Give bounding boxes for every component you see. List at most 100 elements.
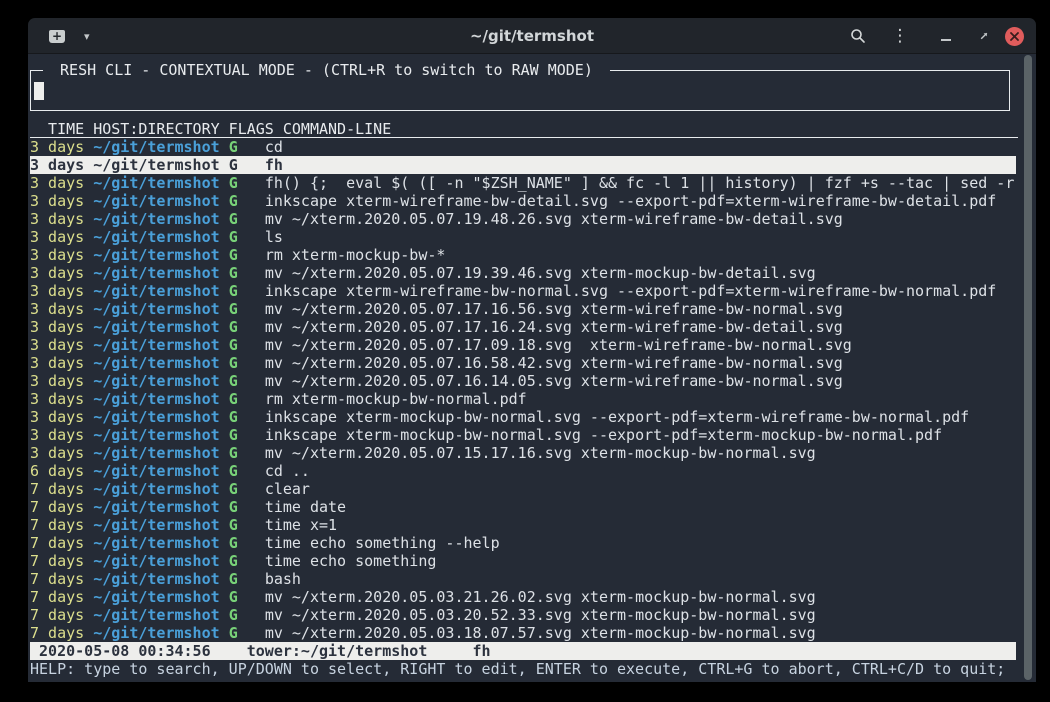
row-time: 3 days [30,426,84,444]
history-row[interactable]: 3 days ~/git/termshot G mv ~/xterm.2020.… [30,318,1016,336]
history-row[interactable]: 3 days ~/git/termshot G mv ~/xterm.2020.… [30,444,1016,462]
history-row[interactable]: 3 days ~/git/termshot G mv ~/xterm.2020.… [30,300,1016,318]
row-command: mv ~/xterm.2020.05.07.16.58.42.svg xterm… [265,354,843,372]
row-command: inkscape xterm-mockup-bw-normal.svg --ex… [265,408,969,426]
history-table-header: TIME HOST:DIRECTORY FLAGS COMMAND-LINE [30,120,1018,138]
row-flags: G [229,408,238,426]
history-row[interactable]: 3 days ~/git/termshot G mv ~/xterm.2020.… [30,372,1016,390]
row-command: mv ~/xterm.2020.05.07.17.16.24.svg xterm… [265,318,843,336]
row-flags: G [229,606,238,624]
history-row[interactable]: 3 days ~/git/termshot G mv ~/xterm.2020.… [30,354,1016,372]
row-host-directory: ~/git/termshot [93,282,219,300]
row-host-directory: ~/git/termshot [93,210,219,228]
terminal-scrollbar[interactable] [1020,54,1036,682]
row-command: rm xterm-mockup-bw-* [265,246,446,264]
history-row[interactable]: 7 days ~/git/termshot G mv ~/xterm.2020.… [30,588,1016,606]
row-time: 3 days [30,336,84,354]
row-time: 3 days [30,318,84,336]
help-bar: HELP: type to search, UP/DOWN to select,… [30,660,1018,678]
row-host-directory: ~/git/termshot [93,426,219,444]
row-command: mv ~/xterm.2020.05.03.18.07.57.svg xterm… [265,624,816,642]
row-flags: G [229,210,238,228]
row-host-directory: ~/git/termshot [93,246,219,264]
row-host-directory: ~/git/termshot [93,192,219,210]
row-time: 3 days [30,372,84,390]
row-host-directory: ~/git/termshot [93,390,219,408]
row-command: time date [265,498,346,516]
row-host-directory: ~/git/termshot [93,480,219,498]
minimize-button[interactable] [931,21,961,51]
row-time: 7 days [30,552,84,570]
row-time: 3 days [30,300,84,318]
row-command: mv ~/xterm.2020.05.03.21.26.02.svg xterm… [265,588,816,606]
row-time: 3 days [30,138,84,156]
history-row[interactable]: 7 days ~/git/termshot G mv ~/xterm.2020.… [30,606,1016,624]
row-flags: G [229,318,238,336]
row-command: time echo something --help [265,534,500,552]
row-host-directory: ~/git/termshot [93,354,219,372]
history-row[interactable]: 3 days ~/git/termshot G fh [30,156,1016,174]
row-flags: G [229,156,238,174]
minimize-icon [941,39,951,41]
history-row[interactable]: 3 days ~/git/termshot G rm xterm-mockup-… [30,246,1016,264]
resh-search-input[interactable]: RESH CLI - CONTEXTUAL MODE - (CTRL+R to … [30,70,1010,111]
row-command: fh() {; eval $( ([ -n "$ZSH_NAME" ] && f… [265,174,1015,192]
history-row[interactable]: 3 days ~/git/termshot G fh() {; eval $( … [30,174,1016,192]
row-host-directory: ~/git/termshot [93,552,219,570]
row-flags: G [229,516,238,534]
history-row[interactable]: 3 days ~/git/termshot G inkscape xterm-w… [30,282,1016,300]
restore-button[interactable] [969,21,999,51]
scrollbar-thumb[interactable] [1024,55,1032,680]
history-row[interactable]: 3 days ~/git/termshot G mv ~/xterm.2020.… [30,336,1016,354]
history-row[interactable]: 7 days ~/git/termshot G clear [30,480,1016,498]
history-row[interactable]: 3 days ~/git/termshot G inkscape xterm-m… [30,408,1016,426]
history-row[interactable]: 7 days ~/git/termshot G mv ~/xterm.2020.… [30,624,1016,642]
history-row[interactable]: 3 days ~/git/termshot G mv ~/xterm.2020.… [30,210,1016,228]
history-row[interactable]: 3 days ~/git/termshot G cd [30,138,1016,156]
row-host-directory: ~/git/termshot [93,606,219,624]
row-flags: G [229,552,238,570]
history-row[interactable]: 3 days ~/git/termshot G mv ~/xterm.2020.… [30,264,1016,282]
history-row[interactable]: 7 days ~/git/termshot G time echo someth… [30,552,1016,570]
close-button[interactable] [1005,27,1024,46]
history-row[interactable]: 7 days ~/git/termshot G time echo someth… [30,534,1016,552]
history-row[interactable]: 3 days ~/git/termshot G inkscape xterm-m… [30,426,1016,444]
selected-entry-status-bar: 2020-05-08 00:34:56 tower:~/git/termshot… [30,642,1016,660]
row-command: bash [265,570,301,588]
row-command: ls [265,228,283,246]
row-flags: G [229,372,238,390]
history-row[interactable]: 7 days ~/git/termshot G bash [30,570,1016,588]
row-host-directory: ~/git/termshot [93,462,219,480]
row-command: clear [265,480,310,498]
history-row[interactable]: 6 days ~/git/termshot G cd .. [30,462,1016,480]
terminal-content-area: RESH CLI - CONTEXTUAL MODE - (CTRL+R to … [28,54,1036,682]
terminal-window: + ▾ ~/git/termshot ⋮ [28,18,1036,682]
history-row[interactable]: 7 days ~/git/termshot G time date [30,498,1016,516]
menu-button[interactable]: ⋮ [885,21,915,51]
text-cursor [34,82,44,100]
row-command: inkscape xterm-wireframe-bw-detail.svg -… [265,192,997,210]
row-host-directory: ~/git/termshot [93,498,219,516]
row-flags: G [229,246,238,264]
row-flags: G [229,480,238,498]
window-titlebar[interactable]: + ▾ ~/git/termshot ⋮ [28,18,1036,54]
row-flags: G [229,282,238,300]
history-row[interactable]: 7 days ~/git/termshot G time x=1 [30,516,1016,534]
row-host-directory: ~/git/termshot [93,372,219,390]
restore-icon [978,30,990,42]
row-time: 3 days [30,174,84,192]
row-flags: G [229,498,238,516]
row-time: 7 days [30,624,84,642]
search-button[interactable] [843,21,873,51]
row-time: 3 days [30,210,84,228]
row-command: inkscape xterm-wireframe-bw-normal.svg -… [265,282,997,300]
row-host-directory: ~/git/termshot [93,588,219,606]
tab-dropdown-chevron-down-icon[interactable]: ▾ [84,30,90,43]
row-command: mv ~/xterm.2020.05.07.15.17.16.svg xterm… [265,444,816,462]
history-row[interactable]: 3 days ~/git/termshot G inkscape xterm-w… [30,192,1016,210]
history-row[interactable]: 3 days ~/git/termshot G ls [30,228,1016,246]
new-tab-button[interactable]: + [44,25,70,47]
row-time: 3 days [30,390,84,408]
history-row[interactable]: 3 days ~/git/termshot G rm xterm-mockup-… [30,390,1016,408]
row-command: cd [265,138,283,156]
